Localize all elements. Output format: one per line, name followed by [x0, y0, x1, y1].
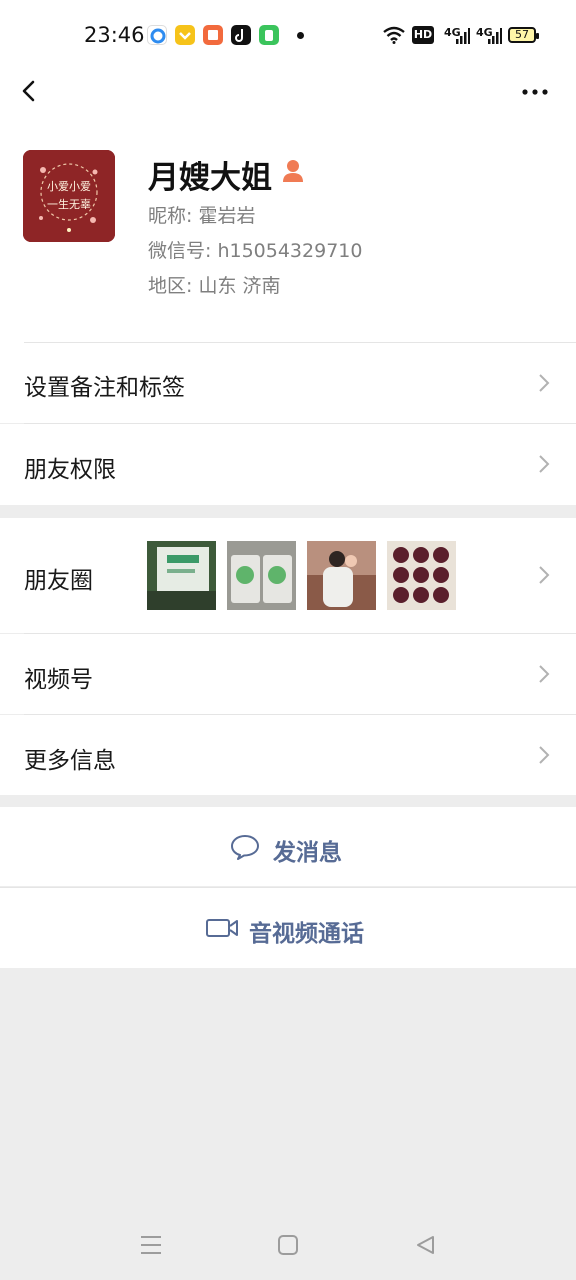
friend-permission-label: 朋友权限 — [24, 457, 116, 483]
send-message-label: 发消息 — [273, 840, 342, 866]
moments-photo-4 — [387, 541, 456, 610]
avatar[interactable]: 小爱小爱 一生无辜 — [23, 150, 115, 242]
more-info-row[interactable]: 更多信息 — [0, 715, 576, 795]
status-time: 23:46 — [84, 23, 145, 47]
home-icon[interactable] — [277, 1234, 299, 1256]
chevron-right-icon — [539, 665, 550, 683]
video-call-button[interactable]: 音视频通话 — [0, 888, 576, 968]
chat-bubble-icon — [231, 835, 259, 860]
video-camera-icon — [206, 919, 238, 937]
wifi-icon — [383, 26, 405, 44]
chevron-right-icon — [539, 566, 550, 584]
chevron-right-icon — [539, 746, 550, 764]
signal-icon — [456, 28, 470, 44]
moments-photo-2 — [227, 541, 296, 610]
hd-badge: HD — [412, 26, 434, 44]
profile-header: 小爱小爱 一生无辜 月嫂大姐 昵称: 霍岩岩 微信号: h15054329710… — [0, 128, 576, 343]
nickname-text: 昵称: 霍岩岩 — [148, 205, 256, 227]
back-triangle-icon[interactable] — [414, 1234, 436, 1256]
send-message-button[interactable]: 发消息 — [0, 807, 576, 886]
avatar-text-1: 小爱小爱 — [47, 180, 91, 193]
more-dots-icon[interactable] — [520, 80, 550, 104]
display-name: 月嫂大姐 — [148, 160, 272, 196]
browser-app-icon — [147, 25, 167, 45]
reader-app-icon — [203, 25, 223, 45]
moments-photo-3 — [307, 541, 376, 610]
remark-and-tags-label: 设置备注和标签 — [24, 375, 185, 401]
more-info-label: 更多信息 — [24, 748, 116, 774]
remark-and-tags-row[interactable]: 设置备注和标签 — [0, 343, 576, 423]
region-text: 地区: 山东 济南 — [148, 275, 281, 297]
notification-dot — [297, 32, 304, 39]
green-app-icon — [259, 25, 279, 45]
nav-bar — [0, 70, 576, 128]
channels-row[interactable]: 视频号 — [0, 634, 576, 714]
shopping-app-icon — [175, 25, 195, 45]
moments-photo-1 — [147, 541, 216, 610]
chevron-right-icon — [539, 374, 550, 392]
video-call-label: 音视频通话 — [249, 921, 364, 947]
person-badge-icon — [283, 160, 303, 182]
friend-permission-row[interactable]: 朋友权限 — [0, 424, 576, 505]
avatar-text-2: 一生无辜 — [47, 198, 91, 211]
menu-icon[interactable] — [139, 1234, 163, 1256]
tiktok-app-icon — [231, 25, 251, 45]
moments-row[interactable]: 朋友圈 — [0, 518, 576, 633]
status-bar: 23:46 HD 4G 4G 57 — [0, 0, 576, 70]
chevron-right-icon — [539, 455, 550, 473]
battery-icon: 57 — [508, 27, 539, 43]
system-nav-bar — [0, 1210, 576, 1280]
channels-label: 视频号 — [24, 667, 93, 693]
signal-icon — [488, 28, 502, 44]
moments-label: 朋友圈 — [24, 568, 93, 594]
wechat-id-text: 微信号: h15054329710 — [148, 240, 363, 262]
back-icon[interactable] — [14, 76, 44, 106]
